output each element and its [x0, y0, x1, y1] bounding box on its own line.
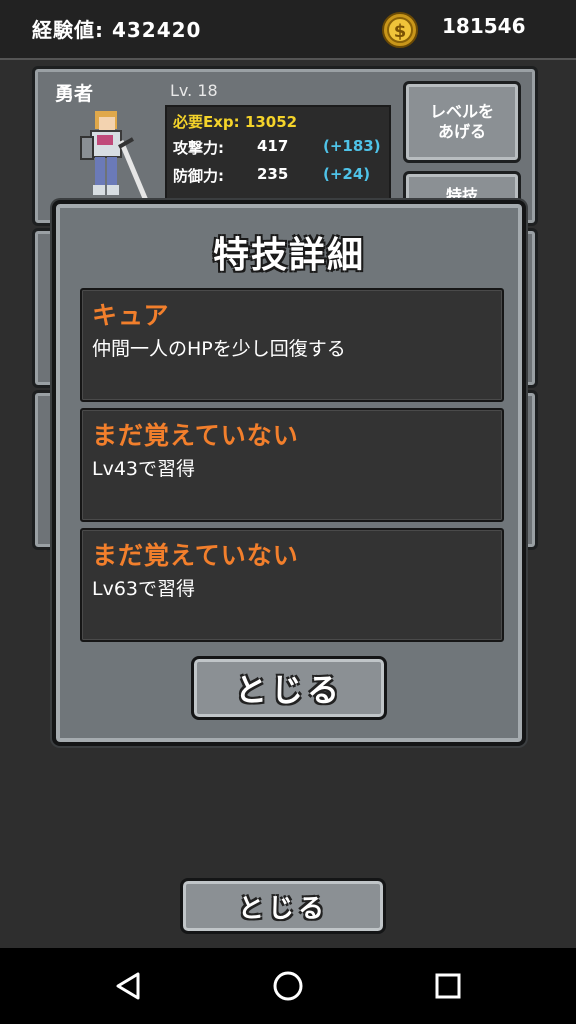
- skill-name: まだ覚えていない: [92, 541, 299, 570]
- stat-value: 417: [257, 137, 289, 155]
- svg-text:$: $: [394, 21, 407, 42]
- stat-label: 防御力:: [173, 167, 224, 185]
- hero-level: Lv. 18: [170, 81, 218, 100]
- skill-card: まだ覚えていない Lv43で習得: [80, 408, 504, 522]
- stat-value: 235: [257, 165, 289, 183]
- gold-coin-icon: $: [382, 12, 418, 48]
- skill-description: Lv43で習得: [92, 458, 196, 480]
- dialog-title: 特技詳細: [212, 235, 365, 276]
- dialog-close-button[interactable]: とじる: [191, 656, 387, 720]
- skill-description: 仲間一人のHPを少し回復する: [92, 338, 346, 360]
- skill-card: まだ覚えていない Lv63で習得: [80, 528, 504, 642]
- skill-name: キュア: [92, 301, 170, 330]
- home-circle-icon[interactable]: [270, 968, 306, 1004]
- experience-total: 経験値: 432420: [32, 18, 202, 42]
- top-status-bar: 経験値: 432420 $ 181546: [0, 0, 576, 60]
- skill-card: キュア 仲間一人のHPを少し回復する: [80, 288, 504, 402]
- stat-bonus: (+183): [323, 137, 381, 155]
- required-exp: 必要Exp: 13052: [173, 113, 298, 131]
- dialog-close-label: とじる: [234, 671, 343, 709]
- hero-stats: 必要Exp: 13052 攻撃力: 417 (+183) 防御力: 235 (+…: [165, 105, 391, 215]
- stat-row-attack: 攻撃力: 417 (+183): [173, 137, 381, 158]
- stat-label: 攻撃力:: [173, 139, 224, 157]
- recents-square-icon[interactable]: [430, 968, 466, 1004]
- stat-bonus: (+24): [323, 165, 371, 183]
- skill-detail-dialog: 特技詳細 キュア 仲間一人のHPを少し回復する まだ覚えていない Lv43で習得…: [52, 200, 526, 746]
- level-up-label: レベルを あげる: [429, 102, 494, 141]
- coin-count: 181546: [442, 14, 526, 38]
- back-triangle-icon[interactable]: [110, 968, 146, 1004]
- skill-description: Lv63で習得: [92, 578, 196, 600]
- hero-sprite-icon: [80, 111, 150, 204]
- level-up-button[interactable]: レベルを あげる: [403, 81, 521, 163]
- stat-row-defense: 防御力: 235 (+24): [173, 165, 370, 186]
- skill-name: まだ覚えていない: [92, 421, 299, 450]
- screen-close-label: とじる: [237, 893, 328, 924]
- hero-name: 勇者: [55, 83, 94, 105]
- screen-close-button[interactable]: とじる: [180, 878, 386, 934]
- system-navigation-bar: [0, 948, 576, 1024]
